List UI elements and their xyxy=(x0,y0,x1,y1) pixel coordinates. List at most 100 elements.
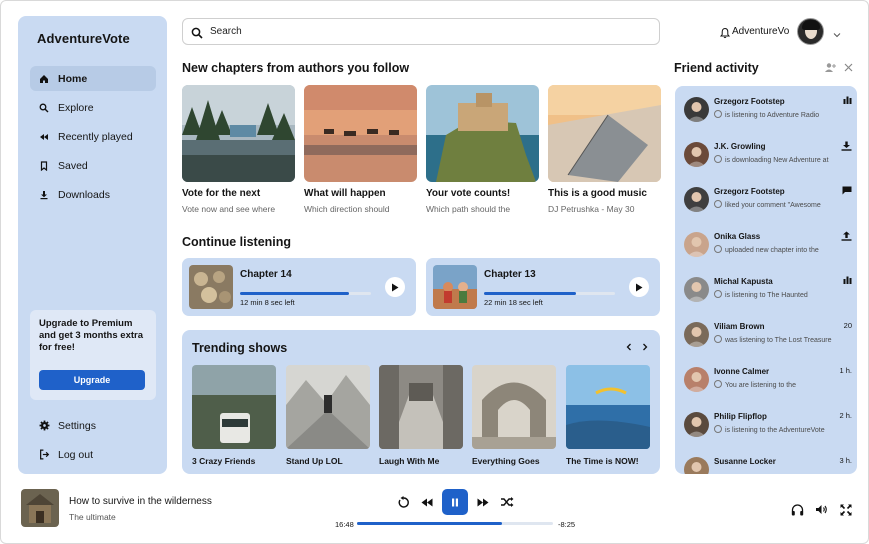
chapter-cover-image xyxy=(304,85,417,182)
chevron-down-icon[interactable] xyxy=(832,27,842,37)
playback-controls xyxy=(393,489,517,515)
chapter-card[interactable]: What will happen Which direction should xyxy=(304,85,417,214)
fullscreen-icon[interactable] xyxy=(839,503,852,516)
avatar[interactable] xyxy=(797,18,825,45)
show-card[interactable]: 3 Crazy Friends xyxy=(192,365,276,466)
avatar[interactable] xyxy=(684,367,709,392)
user-menu[interactable]: AdventureVo xyxy=(719,18,842,45)
show-title: 3 Crazy Friends xyxy=(192,456,256,466)
search-icon xyxy=(38,102,50,114)
close-icon[interactable] xyxy=(842,61,854,73)
fast-forward-icon[interactable] xyxy=(473,492,493,512)
friend-row[interactable]: Philip Flipflop is listening to the Adven… xyxy=(684,410,852,440)
friend-row[interactable]: Susanne Locker 3 h. xyxy=(684,455,852,474)
add-friend-icon[interactable] xyxy=(824,61,836,73)
search-input[interactable] xyxy=(210,26,630,37)
friend-name[interactable]: J.K. Growling xyxy=(714,142,766,151)
friend-row[interactable]: Grzegorz Footstep is listening to Adventu… xyxy=(684,95,852,125)
replay-icon[interactable] xyxy=(393,492,413,512)
activity-time: 20 xyxy=(843,321,852,330)
sidebar-item-recently-played[interactable]: Recently played xyxy=(30,124,156,149)
activity-text: You are listening to the xyxy=(725,382,796,389)
carousel-arrows xyxy=(624,342,650,352)
upgrade-button[interactable]: Upgrade xyxy=(39,370,145,390)
chapter-subtitle: Vote now and see where xyxy=(182,204,276,214)
friend-row[interactable]: Michal Kapusta is listening to The Haunte… xyxy=(684,275,852,305)
bell-icon[interactable] xyxy=(719,26,731,38)
sidebar-item-downloads[interactable]: Downloads xyxy=(30,182,156,207)
avatar[interactable] xyxy=(684,457,709,474)
show-card[interactable]: The Time is NOW! xyxy=(566,365,650,466)
friend-activity-text: You are listening to the xyxy=(714,380,848,389)
chapter-cover-image xyxy=(426,85,539,182)
avatar[interactable] xyxy=(684,97,709,122)
friend-name[interactable]: Ivonne Calmer xyxy=(714,367,769,376)
activity-icon xyxy=(714,245,722,253)
time-left: 22 min 18 sec left xyxy=(484,298,543,307)
avatar[interactable] xyxy=(684,277,709,302)
friend-activity-text: is listening to Adventure Radio xyxy=(714,110,848,119)
play-icon xyxy=(636,283,643,291)
avatar[interactable] xyxy=(684,412,709,437)
friend-name[interactable]: Susanne Locker xyxy=(714,457,776,466)
friend-name[interactable]: Onika Glass xyxy=(714,232,760,241)
download-icon xyxy=(841,141,852,151)
activity-icon xyxy=(714,110,722,118)
play-button[interactable] xyxy=(629,277,649,297)
avatar[interactable] xyxy=(684,232,709,257)
sidebar-item-home[interactable]: Home xyxy=(30,66,156,91)
activity-icon xyxy=(714,380,722,388)
chevron-left-icon[interactable] xyxy=(624,342,634,352)
shuffle-icon[interactable] xyxy=(497,492,517,512)
friend-row[interactable]: Onika Glass uploaded new chapter into the xyxy=(684,230,852,260)
friend-row[interactable]: Viliam Brown was listening to The Lost Tr… xyxy=(684,320,852,350)
rewind-icon[interactable] xyxy=(417,492,437,512)
avatar[interactable] xyxy=(684,187,709,212)
avatar[interactable] xyxy=(684,322,709,347)
show-cover-image xyxy=(472,365,556,449)
friend-name[interactable]: Grzegorz Footstep xyxy=(714,187,785,196)
chapter-card[interactable]: Your vote counts! Which path should the xyxy=(426,85,539,214)
headphones-icon[interactable] xyxy=(791,503,804,516)
friend-activity-text: is downloading New Adventure at xyxy=(714,155,848,164)
activity-text: is listening to Adventure Radio xyxy=(725,112,820,119)
friend-row[interactable]: J.K. Growling is downloading New Adventur… xyxy=(684,140,852,170)
show-cover-image xyxy=(286,365,370,449)
activity-icon xyxy=(714,290,722,298)
sidebar-item-settings[interactable]: Settings xyxy=(30,413,156,438)
chevron-right-icon[interactable] xyxy=(640,342,650,352)
sidebar-item-explore[interactable]: Explore xyxy=(30,95,156,120)
continue-title: Chapter 13 xyxy=(484,269,536,280)
continue-card[interactable]: Chapter 13 22 min 18 sec left xyxy=(426,258,660,316)
search-bar[interactable] xyxy=(182,18,660,45)
friend-activity-actions xyxy=(824,61,854,73)
seek-bar[interactable] xyxy=(357,522,553,525)
friend-name[interactable]: Philip Flipflop xyxy=(714,412,767,421)
now-playing-thumbnail[interactable] xyxy=(21,489,59,527)
chapter-title: Your vote counts! xyxy=(426,188,511,199)
friend-activity-text: was listening to The Lost Treasure xyxy=(714,335,848,344)
pause-button[interactable] xyxy=(442,489,468,515)
friend-row[interactable]: Grzegorz Footstep liked your comment "Awe… xyxy=(684,185,852,215)
chapter-card[interactable]: This is a good music DJ Petrushka - May … xyxy=(548,85,661,214)
show-card[interactable]: Laugh With Me xyxy=(379,365,463,466)
sidebar-item-saved[interactable]: Saved xyxy=(30,153,156,178)
sidebar-item-logout[interactable]: Log out xyxy=(30,442,156,467)
friend-name[interactable]: Michal Kapusta xyxy=(714,277,773,286)
play-button[interactable] xyxy=(385,277,405,297)
friend-name[interactable]: Grzegorz Footstep xyxy=(714,97,785,106)
chapter-card[interactable]: Vote for the next Vote now and see where xyxy=(182,85,295,214)
show-card[interactable]: Stand Up LOL xyxy=(286,365,370,466)
progress-fill xyxy=(240,292,349,295)
brand-logo[interactable]: AdventureVote xyxy=(37,31,130,46)
bars-icon xyxy=(843,96,852,104)
volume-icon[interactable] xyxy=(815,503,828,516)
show-title: Everything Goes xyxy=(472,456,540,466)
seek-fill xyxy=(357,522,503,525)
activity-text: is downloading New Adventure at xyxy=(725,157,829,164)
friend-name[interactable]: Viliam Brown xyxy=(714,322,765,331)
show-card[interactable]: Everything Goes xyxy=(472,365,556,466)
avatar[interactable] xyxy=(684,142,709,167)
friend-row[interactable]: Ivonne Calmer You are listening to the 1 h… xyxy=(684,365,852,395)
continue-card[interactable]: Chapter 14 12 min 8 sec left xyxy=(182,258,416,316)
